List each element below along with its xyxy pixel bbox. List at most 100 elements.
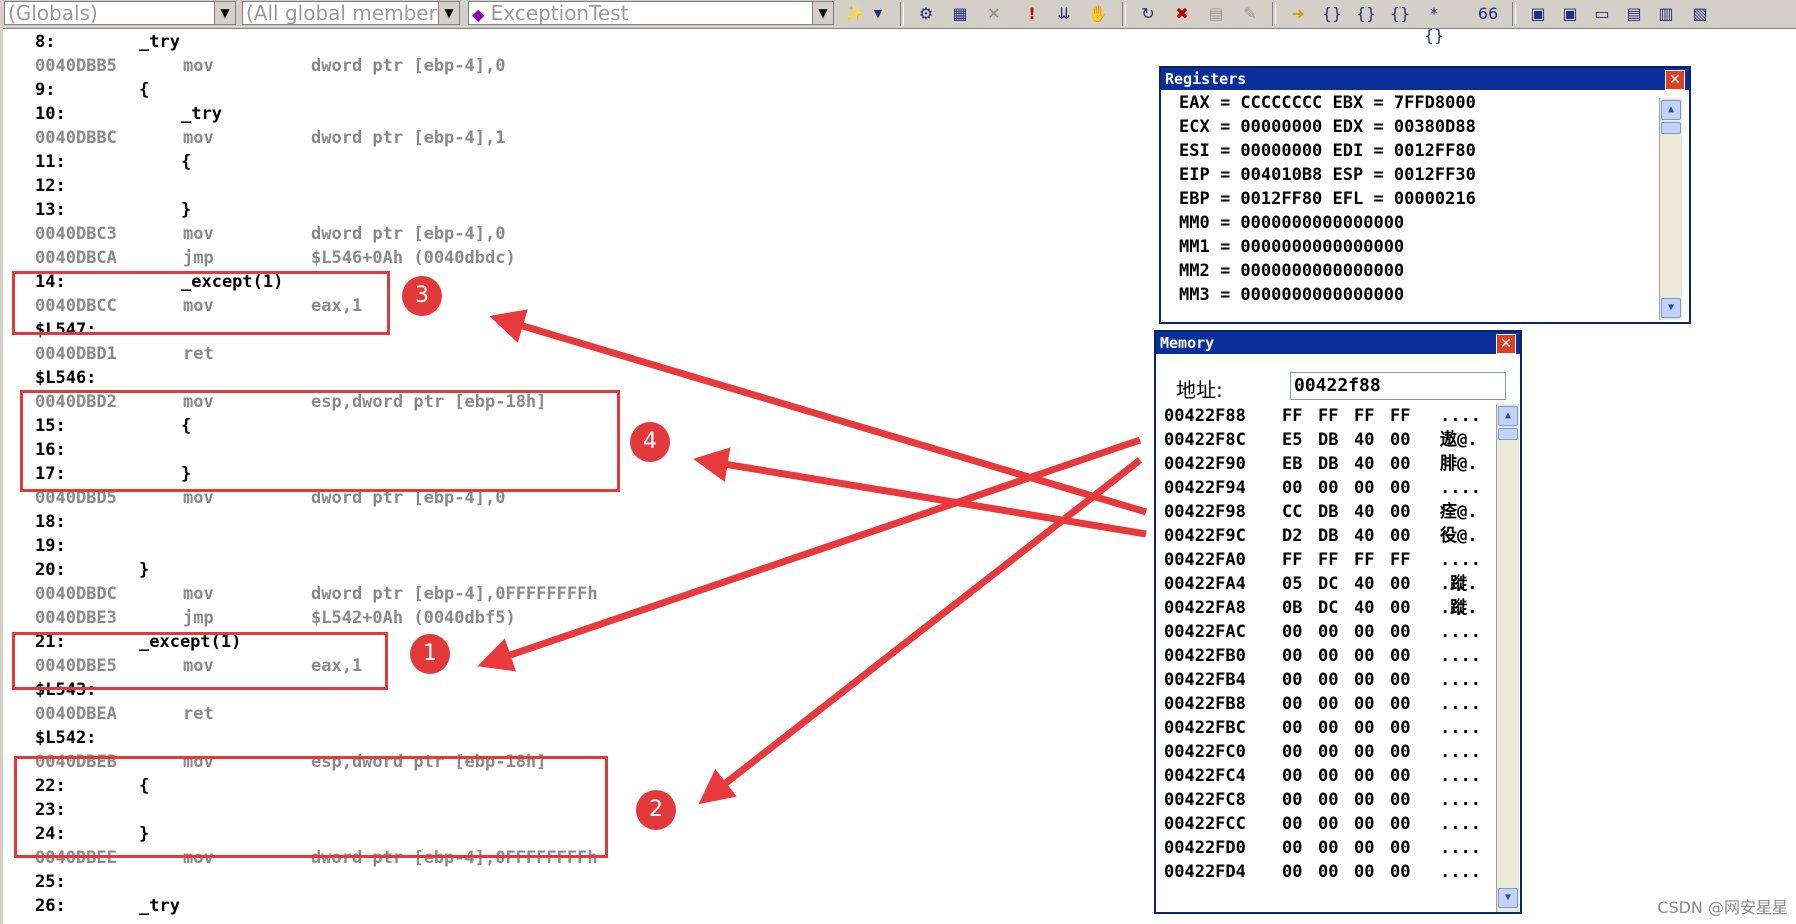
chevron-down-icon[interactable]: ▼ xyxy=(438,2,459,24)
memory-ascii: .... xyxy=(1440,622,1481,642)
registers-window[interactable]: Registers ✕ EAX = CCCCCCCC EBX = 7FFD800… xyxy=(1159,66,1691,324)
memory-byte: 00 xyxy=(1390,454,1411,474)
memory-byte: 00 xyxy=(1390,526,1411,546)
scope-combo-value: (Globals) xyxy=(8,1,98,25)
memory-address: 00422F98 xyxy=(1164,502,1246,522)
restart-icon[interactable]: ↻ xyxy=(1136,3,1160,25)
scroll-up-icon[interactable]: ▲ xyxy=(1661,100,1681,120)
step-into-icon[interactable]: {} xyxy=(1320,3,1344,25)
memory-ascii: .... xyxy=(1440,718,1481,738)
memory-byte: 00 xyxy=(1390,766,1411,786)
scroll-thumb[interactable] xyxy=(1498,428,1518,440)
members-combo[interactable]: (All global members ▼ xyxy=(242,1,460,25)
memory-ascii: .... xyxy=(1440,670,1481,690)
show-next-statement-icon[interactable]: ➜ xyxy=(1286,3,1310,25)
memory-byte: 00 xyxy=(1390,742,1411,762)
registers-window-icon[interactable]: ▭ xyxy=(1590,3,1614,25)
memory-byte: 00 xyxy=(1390,574,1411,594)
wizard-wand-icon[interactable]: ✨ xyxy=(842,3,866,25)
scroll-thumb[interactable] xyxy=(1661,122,1681,134)
variables-window-icon[interactable]: ▣ xyxy=(1558,3,1582,25)
disassembly-icon[interactable]: ▧ xyxy=(1688,3,1712,25)
memory-byte: 00 xyxy=(1282,862,1303,882)
step-over-icon[interactable]: {} xyxy=(1354,3,1378,25)
highlight-box-2 xyxy=(14,756,608,858)
function-diamond-icon: ◆ xyxy=(472,5,485,24)
memory-byte: FF xyxy=(1318,550,1339,570)
apply-code-changes-icon[interactable]: ✎ xyxy=(1238,3,1262,25)
memory-byte: 0B xyxy=(1282,598,1303,618)
compile-icon[interactable]: ⚙ xyxy=(914,3,938,25)
stop-build-icon[interactable]: ✕ xyxy=(982,3,1006,25)
memory-address: 00422FA0 xyxy=(1164,550,1246,570)
stop-debugging-icon[interactable]: ✖ xyxy=(1170,3,1194,25)
memory-byte: 00 xyxy=(1282,766,1303,786)
execute-icon[interactable]: ! xyxy=(1020,3,1044,25)
chevron-down-icon[interactable]: ▼ xyxy=(812,2,833,24)
memory-byte: FF xyxy=(1282,550,1303,570)
memory-ascii: 痊@. xyxy=(1440,502,1478,522)
memory-ascii: 遨@. xyxy=(1440,430,1478,450)
build-icon[interactable]: ▦ xyxy=(948,3,972,25)
asm-address: 0040DBB5 xyxy=(35,56,117,76)
debug-toolbar: (Globals) ▼ (All global members ▼ ◆ Exce… xyxy=(0,0,1796,45)
scroll-up-icon[interactable]: ▲ xyxy=(1498,406,1518,426)
register-line: MM2 = 0000000000000000 xyxy=(1179,261,1405,281)
memory-byte: 00 xyxy=(1354,478,1375,498)
asm-address: 0040DBDC xyxy=(35,584,117,604)
memory-byte: 40 xyxy=(1354,430,1375,450)
line-number: 26: xyxy=(35,896,66,916)
memory-byte: 00 xyxy=(1282,694,1303,714)
go-icon[interactable]: ⇊ xyxy=(1052,3,1076,25)
close-icon[interactable]: ✕ xyxy=(1496,334,1516,354)
function-combo[interactable]: ◆ ExceptionTest ▼ xyxy=(468,1,834,25)
scope-combo[interactable]: (Globals) ▼ xyxy=(4,1,236,25)
memory-byte: E5 xyxy=(1282,430,1303,450)
chevron-down-icon[interactable]: ▼ xyxy=(214,2,235,24)
line-number: 8: xyxy=(35,32,56,52)
memory-byte: 00 xyxy=(1354,838,1375,858)
memory-address: 00422FA4 xyxy=(1164,574,1246,594)
memory-address: 00422FBC xyxy=(1164,718,1246,738)
scroll-down-icon[interactable]: ▼ xyxy=(1498,888,1518,908)
memory-address: 00422FC4 xyxy=(1164,766,1246,786)
memory-byte: 00 xyxy=(1354,862,1375,882)
breakpoint-hand-icon[interactable]: ✋ xyxy=(1086,3,1110,25)
register-line: MM1 = 0000000000000000 xyxy=(1179,237,1405,257)
break-icon[interactable]: ▤ xyxy=(1204,3,1228,25)
memory-ascii: .... xyxy=(1440,406,1481,426)
asm-operand: dword ptr [ebp-4],1 xyxy=(311,128,506,148)
register-line: ECX = 00000000 EDX = 00380D88 xyxy=(1179,117,1476,137)
memory-byte: EB xyxy=(1282,454,1303,474)
quickwatch-icon[interactable]: 66 xyxy=(1476,3,1500,25)
address-input[interactable]: 00422f88 xyxy=(1290,372,1506,400)
memory-ascii: .... xyxy=(1440,478,1481,498)
memory-byte: 00 xyxy=(1282,670,1303,690)
memory-byte: 00 xyxy=(1318,670,1339,690)
memory-byte: 00 xyxy=(1318,718,1339,738)
memory-window[interactable]: Memory ✕ 地址: 00422f88 00422F88 FF FF FF FF..… xyxy=(1154,330,1522,914)
memory-address: 00422FB4 xyxy=(1164,670,1246,690)
dropdown-arrow-icon[interactable]: ▼ xyxy=(866,3,890,25)
scroll-down-icon[interactable]: ▼ xyxy=(1661,298,1681,318)
memory-window-icon[interactable]: ▤ xyxy=(1622,3,1646,25)
asm-opcode: ret xyxy=(183,704,214,724)
memory-byte: 00 xyxy=(1318,862,1339,882)
memory-byte: 00 xyxy=(1282,646,1303,666)
memory-body: 00422F88 FF FF FF FF.... 00422F8C E5 DB 40 00 遨@. 0… xyxy=(1156,402,1494,910)
memory-byte: 00 xyxy=(1282,790,1303,810)
registers-body: EAX = CCCCCCCC EBX = 7FFD8000 ECX = 00000… xyxy=(1161,93,1661,318)
watch-window-icon[interactable]: ▣ xyxy=(1526,3,1550,25)
asm-opcode: ret xyxy=(183,344,214,364)
registers-scrollbar[interactable]: ▲ ▼ xyxy=(1659,98,1682,320)
memory-byte: 00 xyxy=(1354,622,1375,642)
memory-byte: 00 xyxy=(1390,694,1411,714)
memory-byte: 00 xyxy=(1390,646,1411,666)
step-out-icon[interactable]: {} xyxy=(1388,3,1412,25)
memory-byte: DB xyxy=(1318,502,1339,522)
call-stack-icon[interactable]: ▥ xyxy=(1654,3,1678,25)
memory-byte: 00 xyxy=(1354,694,1375,714)
close-icon[interactable]: ✕ xyxy=(1665,70,1685,90)
run-to-cursor-icon[interactable]: *{} xyxy=(1422,3,1446,45)
memory-scrollbar[interactable]: ▲ ▼ xyxy=(1496,404,1519,912)
